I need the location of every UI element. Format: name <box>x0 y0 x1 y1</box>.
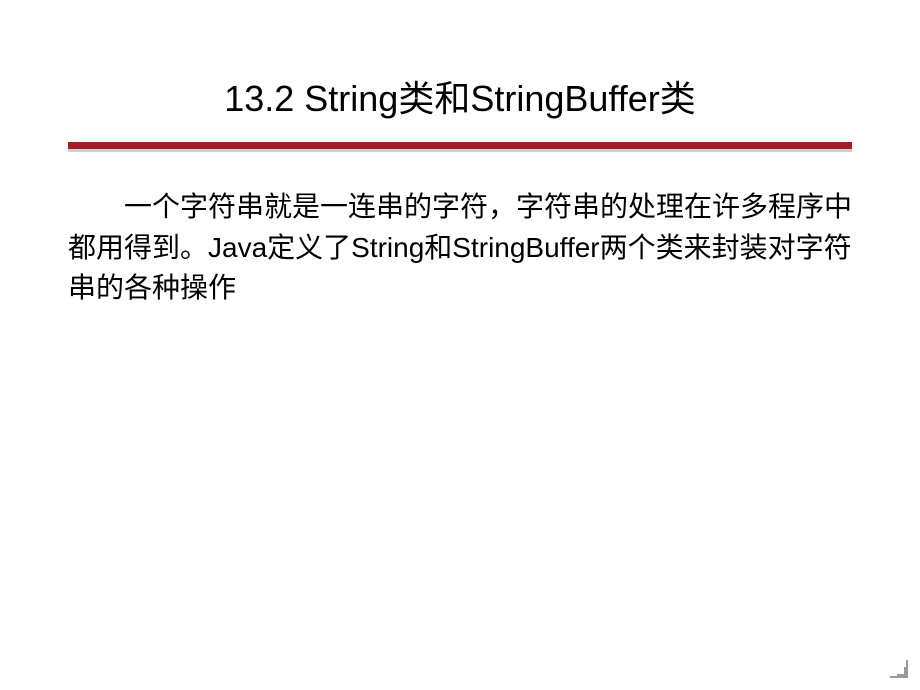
title-divider <box>60 142 860 152</box>
slide-container: 13.2 String类和StringBuffer类 一个字符串就是一连串的字符… <box>0 0 920 690</box>
slide-title: 13.2 String类和StringBuffer类 <box>60 70 860 122</box>
corner-box-icon <box>897 667 906 676</box>
divider-shadow-bar <box>68 149 852 152</box>
divider-red-bar <box>68 142 852 149</box>
body-content: 一个字符串就是一连串的字符，字符串的处理在许多程序中都用得到。Java定义了St… <box>68 191 852 303</box>
resize-corner-icon <box>890 660 908 678</box>
slide-body-text: 一个字符串就是一连串的字符，字符串的处理在许多程序中都用得到。Java定义了St… <box>60 187 860 309</box>
